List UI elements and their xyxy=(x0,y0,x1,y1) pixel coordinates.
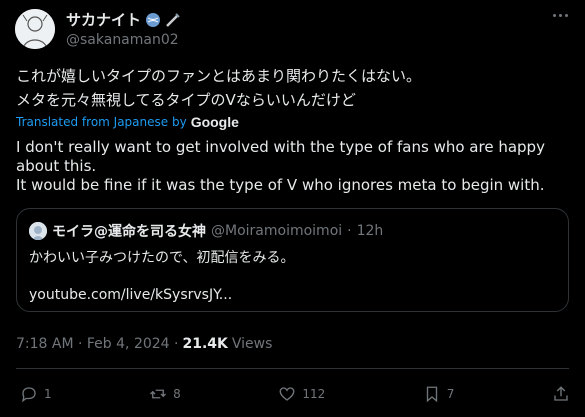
repost-button[interactable]: 8 xyxy=(149,385,181,403)
like-count: 112 xyxy=(302,387,326,401)
quoted-author-avatar xyxy=(29,222,47,240)
author-name[interactable]: サカナイト xyxy=(66,9,141,30)
quoted-text: かわいい子みつけたので、初配信をみる。 xyxy=(29,250,295,266)
action-bar: 1 8 112 7 xyxy=(20,385,570,403)
google-logo: Google xyxy=(190,114,239,130)
like-button[interactable]: 112 xyxy=(278,385,325,403)
bookmark-icon xyxy=(426,386,437,403)
quoted-separator: · xyxy=(347,223,352,239)
reply-count: 1 xyxy=(44,387,52,401)
repost-icon xyxy=(150,389,167,399)
quoted-tweet-header: モイラ@運命を司る女神 @Moiramoimoimoi · 12h xyxy=(29,221,383,241)
quoted-author-handle: @Moiramoimoimoi xyxy=(211,223,343,239)
author-name-row: サカナイト xyxy=(66,9,181,30)
heart-icon xyxy=(279,387,295,401)
author-avatar[interactable] xyxy=(15,9,55,49)
reply-icon xyxy=(21,387,36,403)
quoted-time: 12h xyxy=(356,223,384,239)
tweet-meta: 7:18 AM · Feb 4, 2024 · 21.4K Views xyxy=(16,336,272,352)
translation-attribution[interactable]: Translated from Japanese by Google xyxy=(16,114,239,130)
views-count: 21.4K xyxy=(182,336,228,352)
globe-emoji-icon xyxy=(145,12,161,28)
more-options-icon[interactable] xyxy=(553,14,568,17)
share-button[interactable] xyxy=(552,385,570,403)
sword-emoji-icon xyxy=(165,12,181,28)
quoted-author-name: モイラ@運命を司る女神 xyxy=(52,224,206,240)
quoted-link[interactable]: youtube.com/live/kSysrvsJY... xyxy=(29,287,232,303)
author-handle[interactable]: @sakanaman02 xyxy=(66,32,179,48)
tweet-timestamp[interactable]: 7:18 AM · Feb 4, 2024 · xyxy=(16,336,178,352)
repost-count: 8 xyxy=(173,387,181,401)
tweet-translation-text: I don't really want to get involved with… xyxy=(16,138,545,194)
divider xyxy=(16,368,569,369)
translated-from-label: Translated from Japanese by xyxy=(16,115,187,129)
tweet-original-text: これが嬉しいタイプのファンとはあまり関わりたくはない。 メタを元々無視してるタイ… xyxy=(16,67,422,109)
views-label: Views xyxy=(231,336,273,352)
share-icon xyxy=(554,386,568,401)
bookmark-button[interactable]: 7 xyxy=(423,385,455,403)
bookmark-count: 7 xyxy=(446,387,455,401)
quoted-tweet[interactable]: モイラ@運命を司る女神 @Moiramoimoimoi · 12h かわいい子み… xyxy=(16,208,569,312)
reply-button[interactable]: 1 xyxy=(20,385,52,403)
